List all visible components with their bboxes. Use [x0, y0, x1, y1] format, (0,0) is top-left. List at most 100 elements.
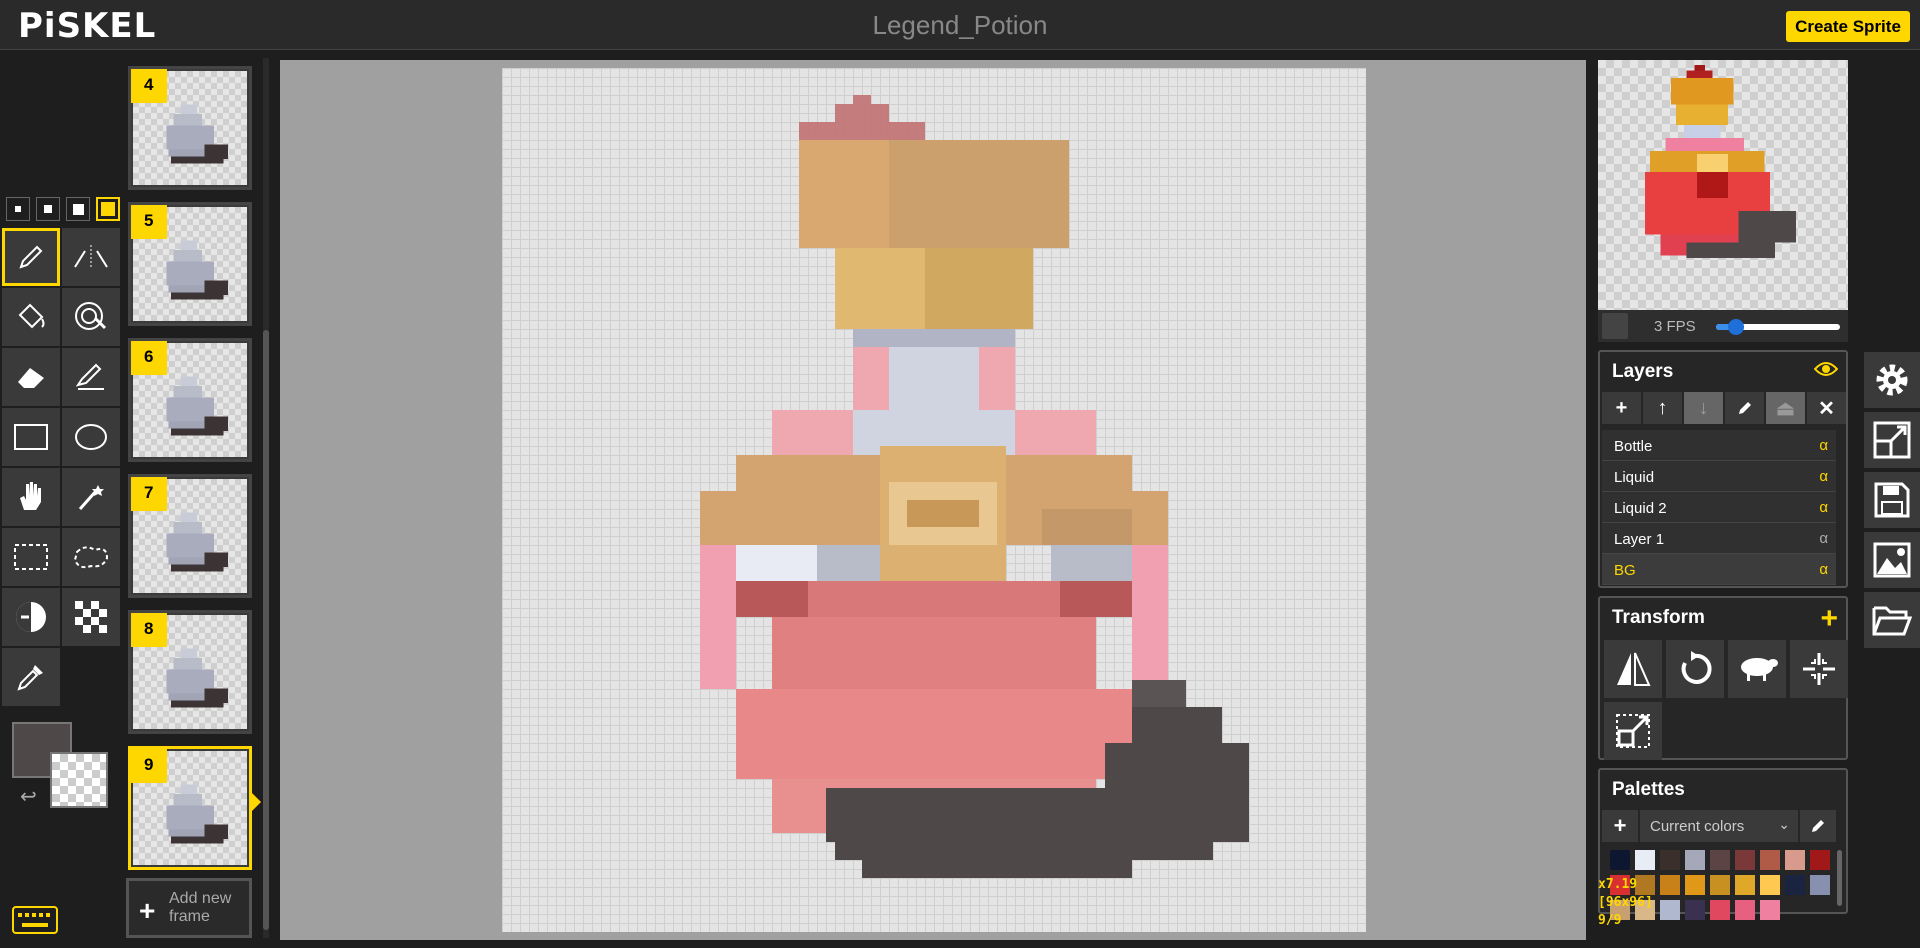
palette-swatch[interactable]: [1660, 875, 1680, 895]
paint-bucket-icon: [18, 303, 45, 329]
edit-palette-button[interactable]: [1800, 810, 1836, 842]
add-layer-button[interactable]: +: [1602, 392, 1641, 424]
flip-button[interactable]: [1604, 640, 1662, 698]
palette-swatch[interactable]: [1710, 875, 1730, 895]
frame-tile[interactable]: 5: [128, 202, 252, 326]
frame-tile[interactable]: 7: [128, 474, 252, 598]
palette-swatch[interactable]: [1810, 850, 1830, 870]
align-center-button[interactable]: [1790, 640, 1848, 698]
frame-counter: 9/9: [1598, 913, 1622, 928]
vertical-mirror-pen[interactable]: [62, 228, 120, 286]
target-bucket-icon: [75, 302, 107, 330]
frame-tile[interactable]: 6: [128, 338, 252, 462]
fps-label: 3 FPS: [1654, 318, 1696, 335]
onion-skin-icon[interactable]: [1602, 313, 1628, 339]
move-layer-down-button[interactable]: ↓: [1684, 392, 1723, 424]
palette-swatch[interactable]: [1735, 850, 1755, 870]
palette-swatch[interactable]: [1760, 875, 1780, 895]
edit-layer-button[interactable]: [1725, 392, 1764, 424]
frame-number: 7: [131, 477, 167, 511]
keyboard-icon[interactable]: [12, 906, 58, 934]
secondary-color[interactable]: [50, 752, 108, 808]
eye-icon[interactable]: [1814, 360, 1838, 378]
pen-tool[interactable]: [2, 228, 60, 286]
stroke-tool[interactable]: [62, 348, 120, 406]
import-button[interactable]: [1864, 592, 1920, 648]
layers-title: Layers: [1612, 361, 1674, 382]
save-button[interactable]: [1864, 472, 1920, 528]
paint-bucket[interactable]: [2, 288, 60, 346]
layer-opacity-button[interactable]: α: [1819, 561, 1828, 578]
rectangle-selection[interactable]: [2, 528, 60, 586]
create-sprite-button[interactable]: Create Sprite: [1786, 11, 1910, 42]
add-frame-button[interactable]: + Add new frame: [126, 878, 252, 938]
fps-slider-handle[interactable]: [1727, 319, 1744, 335]
layer-item[interactable]: Layer 1 α: [1602, 523, 1836, 554]
frames-scroll-thumb[interactable]: [263, 330, 269, 930]
magic-wand-icon: [78, 485, 104, 510]
add-palette-button[interactable]: +: [1602, 810, 1638, 842]
layer-opacity-button[interactable]: α: [1819, 499, 1828, 516]
flip-icon: [1617, 652, 1651, 686]
layer-item[interactable]: Liquid α: [1602, 461, 1836, 492]
frame-tile[interactable]: 4: [128, 66, 252, 190]
palette-swatch[interactable]: [1660, 900, 1680, 920]
circle-tool[interactable]: [62, 408, 120, 466]
move-layer-up-button[interactable]: ↑: [1643, 392, 1682, 424]
palette-swatch[interactable]: [1685, 850, 1705, 870]
pencil-icon: [1812, 820, 1824, 832]
palette-swatch[interactable]: [1735, 900, 1755, 920]
palette-swatch[interactable]: [1635, 850, 1655, 870]
palette-swatch[interactable]: [1610, 850, 1630, 870]
resize-button[interactable]: [1864, 412, 1920, 468]
move-tool[interactable]: [2, 468, 60, 526]
pen-size-4[interactable]: [96, 197, 120, 221]
palette-scrollbar[interactable]: [1837, 850, 1842, 906]
palette-swatch[interactable]: [1710, 900, 1730, 920]
palette-swatch[interactable]: [1735, 875, 1755, 895]
layer-item[interactable]: Liquid 2 α: [1602, 492, 1836, 523]
clone-button[interactable]: [1728, 640, 1786, 698]
dithering-tool[interactable]: [62, 588, 120, 646]
layer-item[interactable]: Bottle α: [1602, 430, 1836, 461]
rotate-button[interactable]: [1666, 640, 1724, 698]
crop-button[interactable]: [1604, 702, 1662, 760]
merge-layer-button[interactable]: ⏏: [1766, 392, 1805, 424]
layer-opacity-button[interactable]: α: [1819, 530, 1828, 547]
frame-tile[interactable]: 8: [128, 610, 252, 734]
palette-swatch[interactable]: [1810, 875, 1830, 895]
delete-layer-button[interactable]: ✕: [1807, 392, 1846, 424]
export-button[interactable]: [1864, 532, 1920, 588]
potion-sprite: [700, 95, 1249, 878]
fps-slider[interactable]: [1716, 319, 1840, 335]
animation-preview[interactable]: [1598, 60, 1848, 310]
color-picker-tool[interactable]: [2, 648, 60, 706]
palette-swatch[interactable]: [1685, 875, 1705, 895]
paint-all-same-pixels[interactable]: [62, 288, 120, 346]
palette-swatch[interactable]: [1785, 875, 1805, 895]
palette-select[interactable]: Current colors ⌄: [1640, 810, 1798, 842]
layer-item[interactable]: BG α: [1602, 554, 1836, 585]
eraser-tool[interactable]: [2, 348, 60, 406]
pen-size-1[interactable]: [6, 197, 30, 221]
drawing-canvas[interactable]: [502, 68, 1366, 932]
palette-swatch[interactable]: [1785, 850, 1805, 870]
transform-expand-icon[interactable]: +: [1820, 602, 1838, 636]
palette-swatch[interactable]: [1685, 900, 1705, 920]
frame-tile[interactable]: 9: [128, 746, 252, 870]
frame-number: 6: [131, 341, 167, 375]
pen-size-3[interactable]: [66, 197, 90, 221]
shape-selection[interactable]: [62, 468, 120, 526]
lasso-selection[interactable]: [62, 528, 120, 586]
layer-opacity-button[interactable]: α: [1819, 468, 1828, 485]
lighten-tool[interactable]: [2, 588, 60, 646]
settings-button[interactable]: [1864, 352, 1920, 408]
palette-swatch[interactable]: [1660, 850, 1680, 870]
rectangle-tool[interactable]: [2, 408, 60, 466]
palette-swatch[interactable]: [1760, 900, 1780, 920]
palette-swatch[interactable]: [1710, 850, 1730, 870]
swap-colors-icon[interactable]: ↩: [20, 784, 37, 809]
layer-opacity-button[interactable]: α: [1819, 437, 1828, 454]
palette-swatch[interactable]: [1760, 850, 1780, 870]
pen-size-2[interactable]: [36, 197, 60, 221]
